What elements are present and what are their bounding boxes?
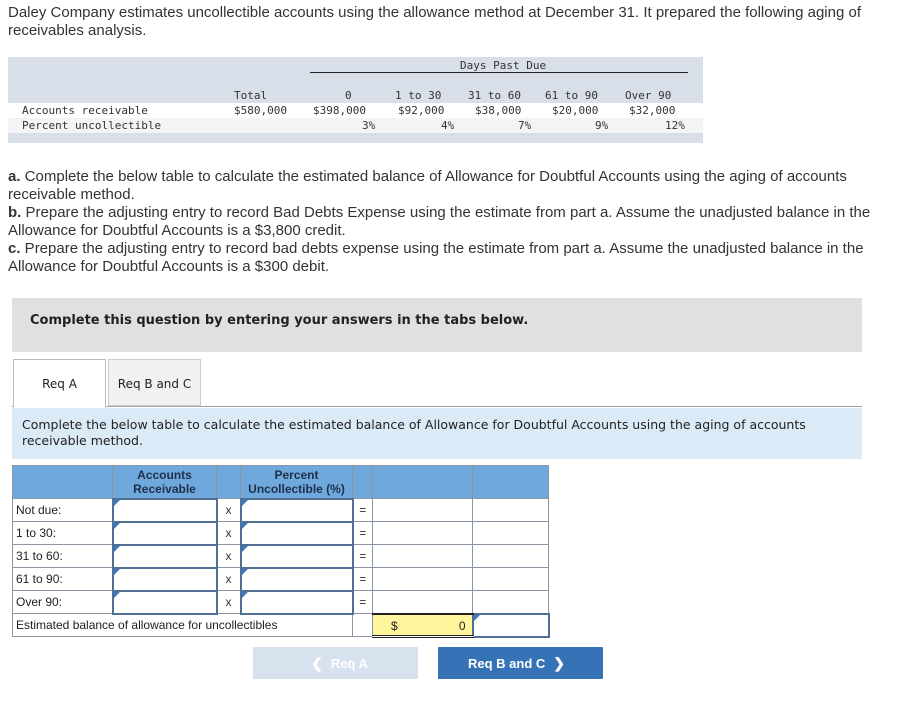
header-percent-uncollectible: Percent Uncollectible (%) — [240, 465, 353, 499]
header-blank — [472, 465, 549, 499]
col-header-1-30: 1 to 30 — [395, 89, 442, 102]
next-label: Req B and C — [467, 656, 546, 671]
equals-sign: = — [352, 590, 373, 614]
chevron-right-icon: ❯ — [553, 655, 566, 671]
col-header-0: 0 — [345, 89, 352, 102]
tab-instruction: Complete the below table to calculate th… — [12, 408, 862, 459]
requirement-b: b. Prepare the adjusting entry to record… — [8, 204, 871, 239]
row-label: Not due: — [12, 498, 113, 522]
allowance-calc-table: Accounts Receivable Percent Uncollectibl… — [12, 465, 550, 638]
pct-over-90: 12% — [665, 119, 685, 132]
total-label: Estimated balance of allowance for uncol… — [12, 613, 353, 637]
banner-text: Complete this question by entering your … — [30, 313, 529, 328]
row-label: 1 to 30: — [12, 521, 113, 545]
result-cell — [372, 590, 473, 614]
pct-input-not-due[interactable] — [241, 499, 352, 521]
prev-req-a-button[interactable]: ❮ Req A — [253, 647, 418, 679]
calc-row-total: Estimated balance of allowance for uncol… — [12, 612, 550, 638]
multiply-sign: x — [216, 590, 241, 614]
total-cell: $ 0 — [372, 612, 473, 638]
pct-input-1-30[interactable] — [241, 522, 352, 544]
pct-input-over-90[interactable] — [241, 591, 352, 613]
blank-cell — [352, 613, 373, 637]
extra-cell — [472, 498, 549, 522]
multiply-sign: x — [216, 498, 241, 522]
instructions-banner: Complete this question by entering your … — [12, 298, 862, 352]
equals-sign: = — [352, 498, 373, 522]
col-header-total: Total — [234, 89, 268, 102]
aging-row-percent-uncollectible: Percent uncollectible 3% 4% 7% 9% 12% — [8, 118, 703, 133]
multiply-sign: x — [216, 544, 241, 568]
calc-row-1-30: 1 to 30: x = — [12, 520, 549, 546]
extra-cell — [472, 544, 549, 568]
aging-table: Days Past Due Total 0 1 to 30 31 to 60 6… — [8, 57, 703, 143]
multiply-sign: x — [216, 567, 241, 591]
col-header-over-90: Over 90 — [625, 89, 672, 102]
requirement-c: c. Prepare the adjusting entry to record… — [8, 240, 864, 275]
equals-sign: = — [352, 521, 373, 545]
row-label: 61 to 90: — [12, 567, 113, 591]
requirement-a: a. Complete the below table to calculate… — [8, 168, 847, 203]
ar-over-90: $32,000 — [629, 104, 676, 117]
pct-input-31-60[interactable] — [241, 545, 352, 567]
problem-intro: Daley Company estimates uncollectible ac… — [8, 4, 861, 39]
next-req-b-and-c-button[interactable]: Req B and C ❯ — [438, 647, 603, 679]
equals-sign: = — [352, 567, 373, 591]
pct-61-90: 9% — [595, 119, 609, 132]
calc-row-over-90: Over 90: x = — [12, 589, 549, 615]
pct-0: 3% — [362, 119, 376, 132]
calc-header-row: Accounts Receivable Percent Uncollectibl… — [12, 465, 549, 499]
row-label: 31 to 60: — [12, 544, 113, 568]
ar-input-31-60[interactable] — [113, 545, 216, 567]
pct-1-30: 4% — [441, 119, 455, 132]
ar-input-not-due[interactable] — [113, 499, 216, 521]
ar-31-60: $38,000 — [475, 104, 522, 117]
days-past-due-header: Days Past Due — [460, 59, 547, 72]
tab-bar: Req A Req B and C — [12, 359, 862, 408]
chevron-left-icon: ❮ — [311, 655, 323, 671]
ar-61-90: $20,000 — [552, 104, 599, 117]
total-value: 0 — [458, 618, 466, 633]
col-header-31-60: 31 to 60 — [468, 89, 521, 102]
header-accounts-receivable: Accounts Receivable — [112, 465, 217, 499]
ar-1-30: $92,000 — [398, 104, 445, 117]
equals-sign: = — [352, 544, 373, 568]
requirements: a. Complete the below table to calculate… — [8, 168, 918, 276]
result-cell — [372, 498, 473, 522]
header-blank — [352, 465, 373, 499]
row-label: Over 90: — [12, 590, 113, 614]
ar-0: $398,000 — [313, 104, 366, 117]
ar-input-over-90[interactable] — [113, 591, 216, 613]
col-header-61-90: 61 to 90 — [545, 89, 598, 102]
calc-row-61-90: 61 to 90: x = — [12, 566, 549, 592]
ar-total: $580,000 — [234, 104, 287, 117]
header-blank — [372, 465, 473, 499]
multiply-sign: x — [216, 521, 241, 545]
prev-label: Req A — [330, 656, 368, 671]
extra-cell — [472, 567, 549, 591]
calc-row-31-60: 31 to 60: x = — [12, 543, 549, 569]
tab-req-b-and-c[interactable]: Req B and C — [108, 359, 201, 406]
result-cell — [372, 567, 473, 591]
result-cell — [372, 521, 473, 545]
ar-input-61-90[interactable] — [113, 568, 216, 590]
extra-cell — [472, 521, 549, 545]
pct-input-61-90[interactable] — [241, 568, 352, 590]
row-label: Percent uncollectible — [22, 119, 162, 132]
header-blank — [12, 465, 113, 499]
header-blank — [216, 465, 241, 499]
total-extra-input[interactable] — [471, 612, 550, 638]
ar-input-1-30[interactable] — [113, 522, 216, 544]
aging-row-accounts-receivable: Accounts receivable $580,000 $398,000 $9… — [8, 103, 703, 118]
row-label: Accounts receivable — [22, 104, 148, 117]
currency-symbol: $ — [391, 618, 398, 633]
pct-31-60: 7% — [518, 119, 532, 132]
result-cell — [372, 544, 473, 568]
days-past-due-rule — [310, 72, 688, 73]
extra-cell — [472, 590, 549, 614]
calc-row-not-due: Not due: x = — [12, 497, 549, 523]
tab-req-a[interactable]: Req A — [13, 359, 106, 408]
